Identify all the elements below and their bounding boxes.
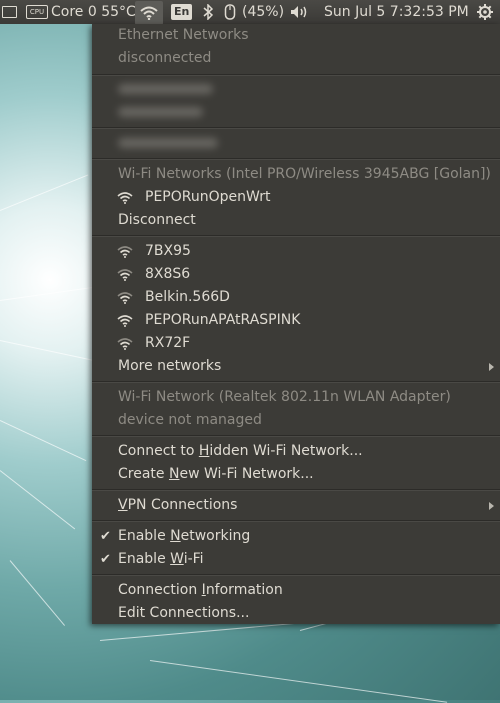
checkmark-icon: ✔ [100, 552, 111, 567]
wifi-networks-header: Wi-Fi Networks (Intel PRO/Wireless 3945A… [118, 166, 491, 182]
redacted-text [118, 84, 213, 94]
wifi-signal-icon [117, 268, 133, 281]
wifi-signal-icon [117, 291, 133, 304]
network-item[interactable]: 7BX95 [92, 240, 500, 263]
enable-wifi-item[interactable]: ✔ Enable Wi-Fi [92, 548, 500, 571]
more-networks-item[interactable]: More networks [92, 355, 500, 378]
ethernet-networks-header: Ethernet Networks [118, 27, 249, 43]
clock[interactable]: Sun Jul 5 7:32:53 PM [324, 0, 469, 24]
submenu-arrow-icon [489, 363, 494, 371]
wifi2-header: Wi-Fi Network (Realtek 802.11n WLAN Adap… [118, 389, 451, 405]
separator [92, 381, 500, 383]
wifi-icon[interactable] [135, 1, 163, 25]
top-panel: CPU Core 0 55°C En (45%) Sun Jul 5 7:32:… [0, 0, 500, 25]
wifi2-status: device not managed [118, 412, 262, 428]
separator [92, 489, 500, 491]
separator [92, 74, 500, 76]
volume-icon[interactable] [290, 0, 310, 24]
separator [92, 158, 500, 160]
network-item[interactable]: 8X8S6 [92, 263, 500, 286]
redacted-text [118, 107, 203, 117]
cpu-temperature[interactable]: Core 0 55°C [51, 0, 136, 24]
checkmark-icon: ✔ [100, 529, 111, 544]
cpu-chip-label: CPU [26, 5, 48, 19]
separator [92, 127, 500, 129]
separator [92, 574, 500, 576]
mouse-battery-icon[interactable] [224, 0, 236, 24]
enable-networking-item[interactable]: ✔ Enable Networking [92, 525, 500, 548]
keyboard-layout-label: En [171, 4, 193, 20]
keyboard-layout[interactable]: En [171, 0, 193, 24]
redacted-text [118, 138, 218, 148]
bluetooth-icon[interactable] [203, 0, 213, 24]
disconnect-item[interactable]: Disconnect [92, 209, 500, 232]
ethernet-status: disconnected [118, 50, 212, 66]
gear-icon[interactable] [476, 0, 494, 24]
network-item[interactable]: Belkin.566D [92, 286, 500, 309]
connected-network-item[interactable]: PEPORunOpenWrt [92, 186, 500, 209]
submenu-arrow-icon [489, 502, 494, 510]
window-icon[interactable] [2, 0, 17, 24]
connect-hidden-network-item[interactable]: Connect to Hidden Wi-Fi Network... [92, 440, 500, 463]
network-menu: Ethernet Networks disconnected Wi-Fi Net… [92, 24, 500, 624]
separator [92, 520, 500, 522]
wifi-signal-icon [117, 191, 133, 204]
network-item[interactable]: PEPORunAPAtRASPINK [92, 309, 500, 332]
wifi-signal-icon [117, 245, 133, 258]
separator [92, 235, 500, 237]
network-item[interactable]: RX72F [92, 332, 500, 355]
wifi-signal-icon [117, 337, 133, 350]
cpu-icon[interactable]: CPU [26, 0, 48, 24]
edit-connections-item[interactable]: Edit Connections... [92, 602, 500, 625]
wifi-signal-icon [117, 314, 133, 327]
separator [92, 435, 500, 437]
create-new-network-item[interactable]: Create New Wi-Fi Network... [92, 463, 500, 486]
battery-percentage[interactable]: (45%) [242, 0, 284, 24]
connection-information-item[interactable]: Connection Information [92, 579, 500, 602]
vpn-connections-item[interactable]: VPN Connections [92, 494, 500, 517]
